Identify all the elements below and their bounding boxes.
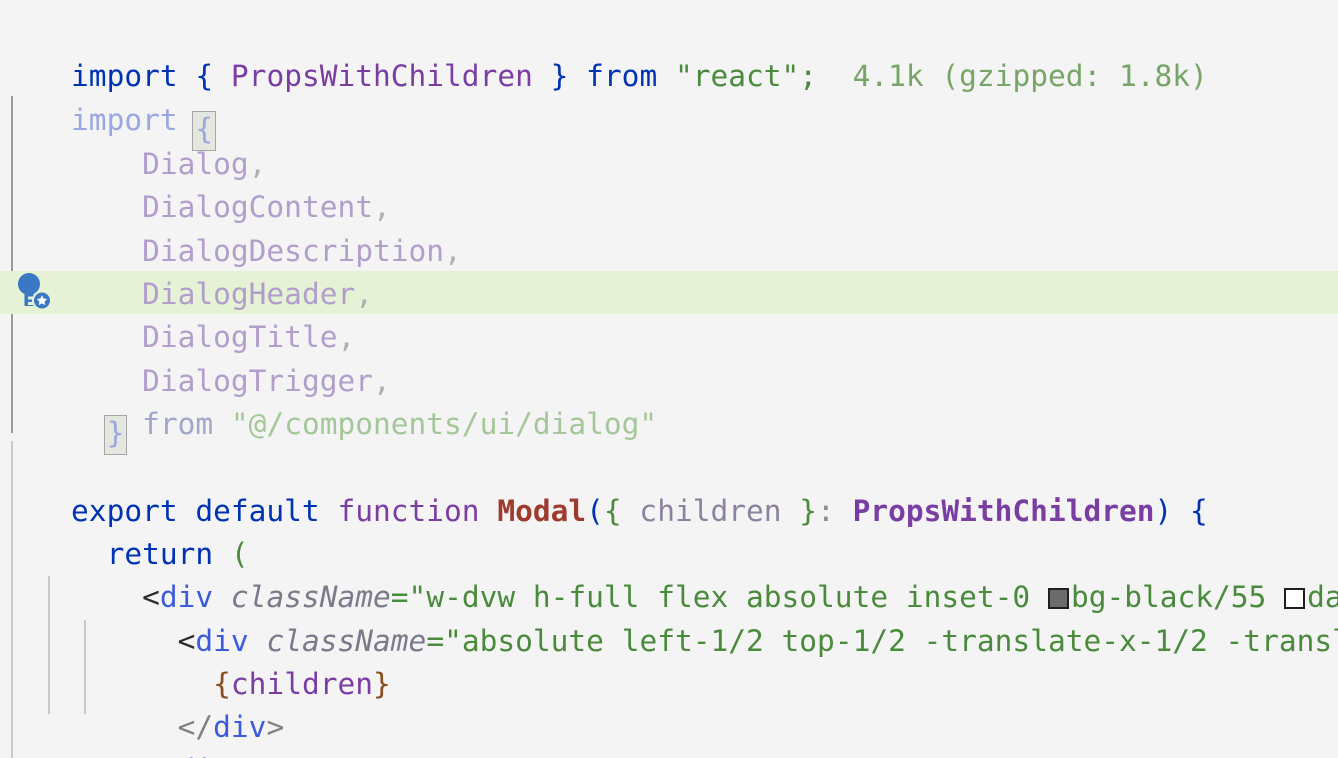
code-line-8[interactable]: DialogTrigger, — [0, 317, 1338, 398]
code-line-13[interactable]: <div className="w-dvw h-full flex absolu… — [0, 533, 1338, 614]
clipped-line-below: ) — [0, 750, 1338, 758]
clipped-line-above — [0, 0, 1338, 2]
code-line-7[interactable]: DialogTitle, — [0, 273, 1338, 354]
code-line-12[interactable]: return ( — [0, 490, 1338, 571]
code-line-3[interactable]: Dialog, — [0, 100, 1338, 181]
code-line-16[interactable]: </div> — [0, 663, 1338, 744]
code-line-6[interactable]: DialogHeader, — [0, 230, 1338, 311]
code-line-14[interactable]: <div className="absolute left-1/2 top-1/… — [0, 577, 1338, 658]
code-line-5[interactable]: DialogDescription, — [0, 187, 1338, 268]
code-line-1[interactable]: import { PropsWithChildren } from "react… — [0, 12, 1338, 93]
code-line-2[interactable]: import { — [0, 56, 1338, 152]
code-line-11[interactable]: export default function Modal({ children… — [0, 447, 1338, 528]
code-line-17[interactable]: </div> — [0, 706, 1338, 758]
code-line-10-blank[interactable] — [0, 404, 1338, 447]
code-line-15[interactable]: {children} — [0, 620, 1338, 701]
code-editor[interactable]: import { PropsWithChildren } from "react… — [0, 0, 1338, 758]
code-line-9[interactable]: } from "@/components/ui/dialog" — [0, 360, 1338, 456]
intention-bulb-star-icon[interactable] — [15, 272, 53, 312]
code-line-4[interactable]: DialogContent, — [0, 143, 1338, 224]
lightbulb-star-icon — [18, 273, 52, 311]
